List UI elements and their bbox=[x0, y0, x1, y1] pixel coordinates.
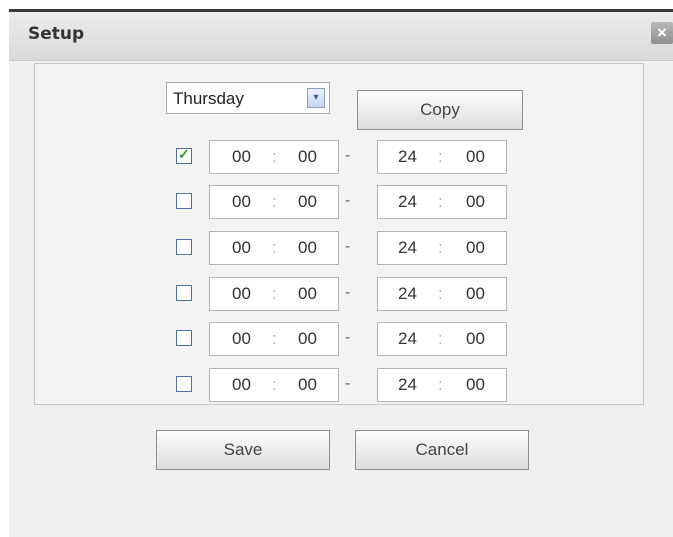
period-row: ✓ 00 : 00 - 24 : 00 bbox=[0, 140, 673, 174]
start-time-field[interactable]: 00 : 00 bbox=[209, 185, 339, 219]
end-time-field[interactable]: 24 : 00 bbox=[377, 368, 507, 402]
period-checkbox[interactable] bbox=[176, 376, 192, 392]
range-dash: - bbox=[345, 284, 351, 301]
start-minute[interactable]: 00 bbox=[298, 238, 317, 258]
end-time-field[interactable]: 24 : 00 bbox=[377, 140, 507, 174]
time-colon: : bbox=[272, 284, 277, 303]
time-colon: : bbox=[438, 238, 443, 257]
chevron-down-icon[interactable]: ▾ bbox=[307, 88, 325, 108]
range-dash: - bbox=[345, 329, 351, 346]
period-checkbox[interactable] bbox=[176, 330, 192, 346]
end-hour[interactable]: 24 bbox=[398, 147, 417, 167]
end-minute[interactable]: 00 bbox=[466, 284, 485, 304]
start-minute[interactable]: 00 bbox=[298, 147, 317, 167]
end-time-field[interactable]: 24 : 00 bbox=[377, 185, 507, 219]
start-time-field[interactable]: 00 : 00 bbox=[209, 231, 339, 265]
start-minute[interactable]: 00 bbox=[298, 329, 317, 349]
start-hour[interactable]: 00 bbox=[232, 238, 251, 258]
save-button[interactable]: Save bbox=[156, 430, 330, 470]
end-hour[interactable]: 24 bbox=[398, 238, 417, 258]
range-dash: - bbox=[345, 192, 351, 209]
time-colon: : bbox=[438, 192, 443, 211]
period-checkbox[interactable]: ✓ bbox=[176, 146, 192, 164]
range-dash: - bbox=[345, 147, 351, 164]
checkmark-icon: ✓ bbox=[178, 146, 190, 162]
end-minute[interactable]: 00 bbox=[466, 192, 485, 212]
title-bar: Setup × bbox=[9, 12, 673, 61]
start-hour[interactable]: 00 bbox=[232, 192, 251, 212]
time-colon: : bbox=[272, 192, 277, 211]
close-icon[interactable]: × bbox=[651, 22, 673, 44]
end-hour[interactable]: 24 bbox=[398, 284, 417, 304]
end-minute[interactable]: 00 bbox=[466, 147, 485, 167]
time-colon: : bbox=[272, 147, 277, 166]
range-dash: - bbox=[345, 375, 351, 392]
start-time-field[interactable]: 00 : 00 bbox=[209, 322, 339, 356]
copy-button[interactable]: Copy bbox=[357, 90, 523, 130]
time-colon: : bbox=[272, 375, 277, 394]
dialog-title: Setup bbox=[28, 24, 85, 44]
time-colon: : bbox=[438, 284, 443, 303]
end-minute[interactable]: 00 bbox=[466, 329, 485, 349]
time-colon: : bbox=[272, 238, 277, 257]
start-minute[interactable]: 00 bbox=[298, 284, 317, 304]
period-row: 00 : 00 - 24 : 00 bbox=[0, 185, 673, 219]
period-checkbox[interactable] bbox=[176, 193, 192, 209]
day-select[interactable]: Thursday ▾ bbox=[166, 82, 330, 114]
range-dash: - bbox=[345, 238, 351, 255]
start-minute[interactable]: 00 bbox=[298, 375, 317, 395]
start-hour[interactable]: 00 bbox=[232, 284, 251, 304]
start-time-field[interactable]: 00 : 00 bbox=[209, 277, 339, 311]
time-colon: : bbox=[272, 329, 277, 348]
time-colon: : bbox=[438, 375, 443, 394]
end-hour[interactable]: 24 bbox=[398, 192, 417, 212]
end-time-field[interactable]: 24 : 00 bbox=[377, 231, 507, 265]
end-hour[interactable]: 24 bbox=[398, 329, 417, 349]
end-time-field[interactable]: 24 : 00 bbox=[377, 322, 507, 356]
period-row: 00 : 00 - 24 : 00 bbox=[0, 322, 673, 356]
time-colon: : bbox=[438, 329, 443, 348]
start-hour[interactable]: 00 bbox=[232, 147, 251, 167]
cancel-button[interactable]: Cancel bbox=[355, 430, 529, 470]
period-row: 00 : 00 - 24 : 00 bbox=[0, 277, 673, 311]
day-select-value: Thursday bbox=[173, 89, 244, 108]
end-minute[interactable]: 00 bbox=[466, 238, 485, 258]
start-minute[interactable]: 00 bbox=[298, 192, 317, 212]
start-time-field[interactable]: 00 : 00 bbox=[209, 140, 339, 174]
end-time-field[interactable]: 24 : 00 bbox=[377, 277, 507, 311]
end-minute[interactable]: 00 bbox=[466, 375, 485, 395]
period-row: 00 : 00 - 24 : 00 bbox=[0, 231, 673, 265]
period-checkbox[interactable] bbox=[176, 239, 192, 255]
period-checkbox[interactable] bbox=[176, 285, 192, 301]
period-row: 00 : 00 - 24 : 00 bbox=[0, 368, 673, 402]
time-colon: : bbox=[438, 147, 443, 166]
start-hour[interactable]: 00 bbox=[232, 375, 251, 395]
start-hour[interactable]: 00 bbox=[232, 329, 251, 349]
start-time-field[interactable]: 00 : 00 bbox=[209, 368, 339, 402]
end-hour[interactable]: 24 bbox=[398, 375, 417, 395]
